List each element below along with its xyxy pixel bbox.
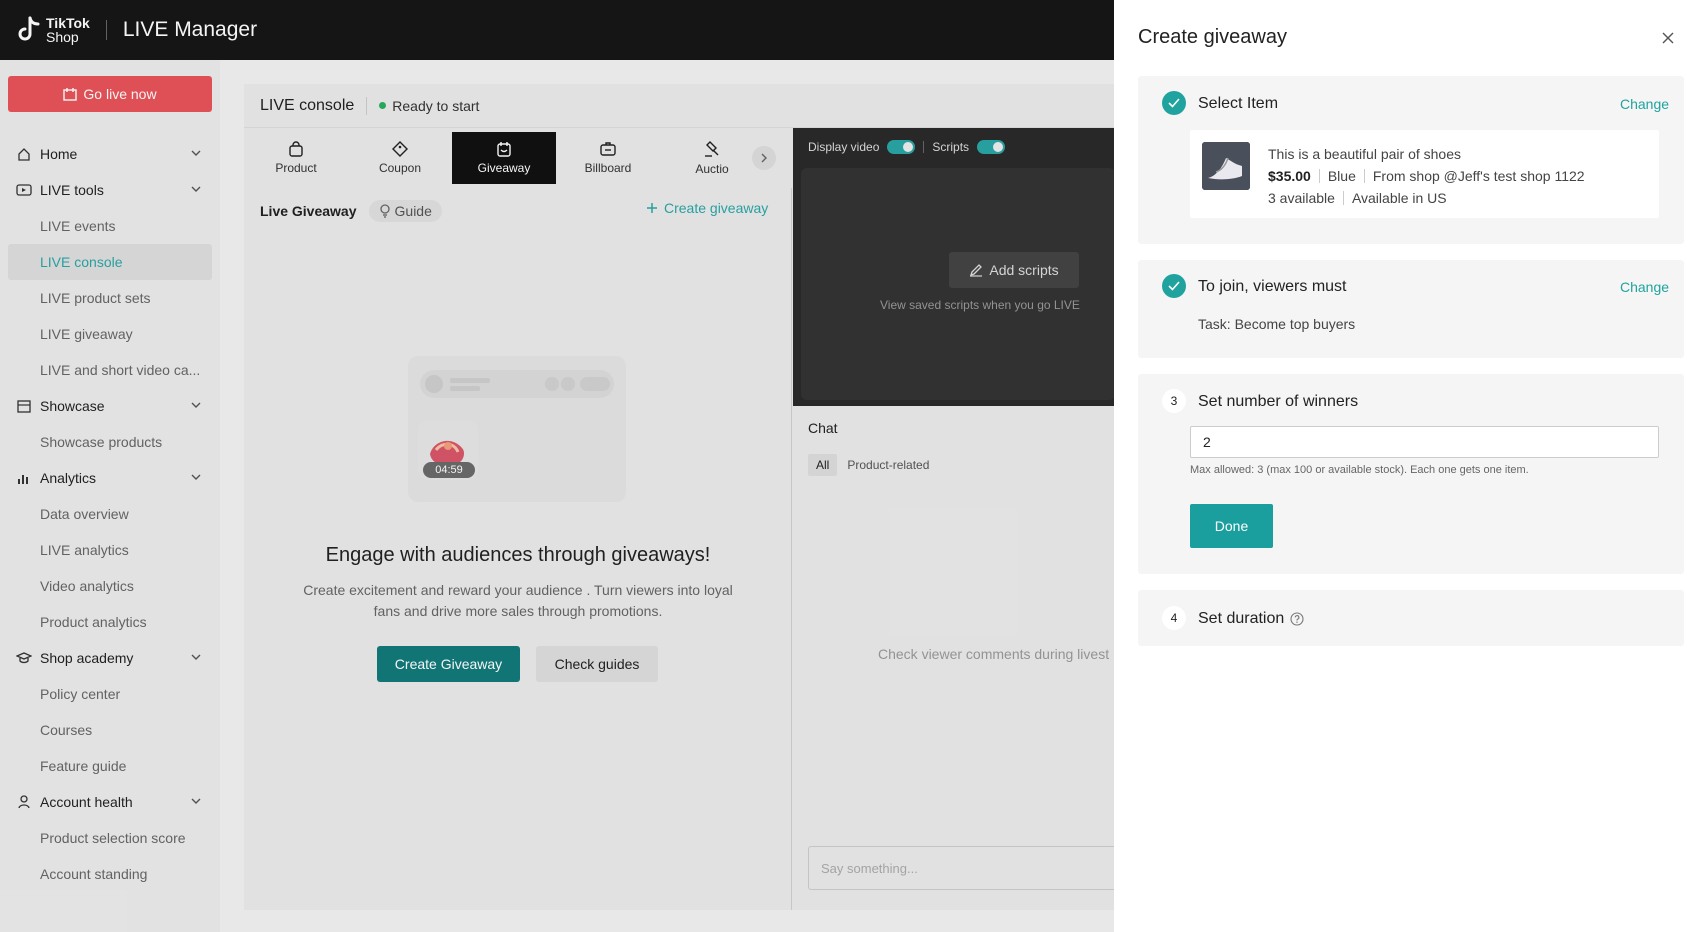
item-name: This is a beautiful pair of shoes <box>1268 146 1461 162</box>
item-price: $35.00 <box>1268 168 1311 184</box>
divider <box>1342 191 1344 205</box>
modal-overlay[interactable] <box>0 0 1114 932</box>
join-condition-card <box>1138 260 1684 358</box>
step-number: 3 <box>1162 389 1186 413</box>
item-color: Blue <box>1327 168 1356 184</box>
step-number: 4 <box>1162 606 1186 630</box>
product-thumbnail <box>1202 142 1250 190</box>
duration-title-wrap: Set duration <box>1198 610 1304 628</box>
item-availability: 3 available Available in US <box>1268 190 1447 206</box>
change-condition-link[interactable]: Change <box>1620 279 1669 295</box>
winners-help-text: Max allowed: 3 (max 100 or available sto… <box>1190 464 1529 476</box>
help-icon[interactable] <box>1290 612 1304 626</box>
join-condition-title: To join, viewers must <box>1198 278 1347 295</box>
divider <box>1318 169 1320 183</box>
duration-title: Set duration <box>1198 610 1285 627</box>
drawer-title: Create giveaway <box>1138 26 1287 48</box>
done-button[interactable]: Done <box>1190 504 1273 548</box>
item-details: $35.00 Blue From shop @Jeff's test shop … <box>1268 168 1585 184</box>
item-stock: 3 available <box>1268 190 1335 206</box>
winners-title: Set number of winners <box>1198 393 1359 410</box>
divider <box>1363 169 1365 183</box>
check-icon <box>1162 274 1186 298</box>
item-shop: From shop @Jeff's test shop 1122 <box>1372 168 1585 184</box>
check-icon <box>1162 91 1186 115</box>
close-icon[interactable] <box>1660 30 1676 46</box>
item-region: Available in US <box>1351 190 1447 206</box>
select-item-title: Select Item <box>1198 95 1279 112</box>
change-item-link[interactable]: Change <box>1620 96 1669 112</box>
join-task: Task: Become top buyers <box>1198 316 1356 332</box>
winners-input[interactable]: 2 <box>1190 426 1659 458</box>
